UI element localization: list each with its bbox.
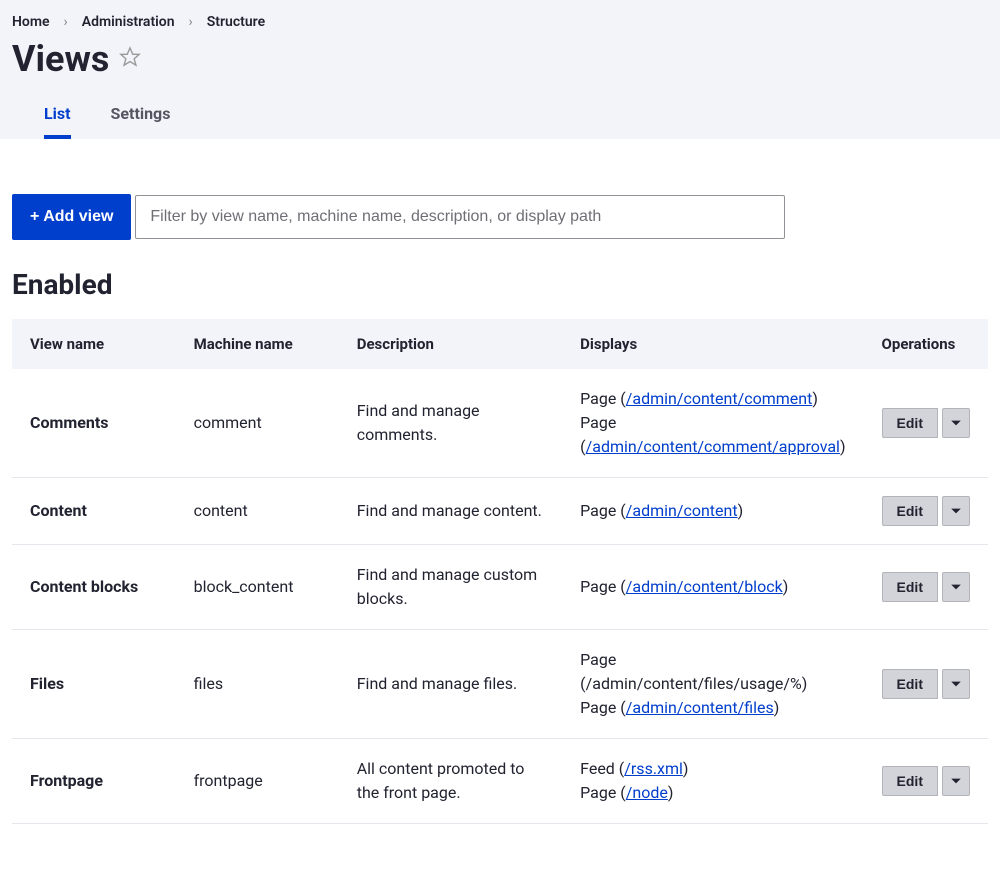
display-entry: Page (/admin/content) <box>580 499 845 523</box>
chevron-down-icon <box>950 417 962 429</box>
dropbutton: Edit <box>882 669 970 699</box>
dropbutton-toggle[interactable] <box>942 572 970 602</box>
tab-list[interactable]: List <box>44 94 71 139</box>
displays-cell: Page (/admin/content/comment)Page (/admi… <box>562 369 863 478</box>
dropbutton-toggle[interactable] <box>942 408 970 438</box>
chevron-down-icon <box>950 775 962 787</box>
display-link[interactable]: /node <box>626 783 668 802</box>
star-icon[interactable] <box>119 46 141 72</box>
edit-button[interactable]: Edit <box>882 408 938 438</box>
view-name-cell: Content blocks <box>12 545 176 630</box>
operations-cell: Edit <box>864 545 988 630</box>
display-link[interactable]: /admin/content/comment <box>626 389 813 408</box>
table-row: CommentscommentFind and manage comments.… <box>12 369 988 478</box>
breadcrumb-structure[interactable]: Structure <box>207 14 265 30</box>
display-entry: Page (/node) <box>580 781 845 805</box>
displays-cell: Page (/admin/content/block) <box>562 545 863 630</box>
display-link[interactable]: /admin/content/block <box>626 577 783 596</box>
displays-cell: Page (/admin/content) <box>562 478 863 545</box>
machine-name-cell: content <box>176 478 339 545</box>
display-link[interactable]: /rss.xml <box>624 759 683 778</box>
view-name-cell: Frontpage <box>12 739 176 824</box>
edit-button[interactable]: Edit <box>882 669 938 699</box>
edit-button[interactable]: Edit <box>882 496 938 526</box>
machine-name-cell: files <box>176 630 339 739</box>
dropbutton-toggle[interactable] <box>942 496 970 526</box>
displays-cell: Feed (/rss.xml)Page (/node) <box>562 739 863 824</box>
chevron-down-icon <box>950 581 962 593</box>
display-entry: Feed (/rss.xml) <box>580 757 845 781</box>
col-header-operations: Operations <box>864 319 988 369</box>
col-header-machine-name: Machine name <box>176 319 339 369</box>
view-name-cell: Content <box>12 478 176 545</box>
edit-button[interactable]: Edit <box>882 766 938 796</box>
dropbutton-toggle[interactable] <box>942 669 970 699</box>
operations-cell: Edit <box>864 478 988 545</box>
view-name-cell: Files <box>12 630 176 739</box>
display-entry: Page (/admin/content/files/usage/%) <box>580 648 845 696</box>
col-header-view-name: View name <box>12 319 176 369</box>
description-cell: Find and manage files. <box>339 630 562 739</box>
display-entry: Page (/admin/content/comment/approval) <box>580 411 845 459</box>
chevron-down-icon <box>950 505 962 517</box>
page-title: Views <box>12 38 109 80</box>
dropbutton-toggle[interactable] <box>942 766 970 796</box>
operations-cell: Edit <box>864 369 988 478</box>
display-entry: Page (/admin/content/comment) <box>580 387 845 411</box>
displays-cell: Page (/admin/content/files/usage/%)Page … <box>562 630 863 739</box>
machine-name-cell: frontpage <box>176 739 339 824</box>
view-name-cell: Comments <box>12 369 176 478</box>
dropbutton: Edit <box>882 572 970 602</box>
col-header-description: Description <box>339 319 562 369</box>
section-title-enabled: Enabled <box>12 268 988 301</box>
table-row: FilesfilesFind and manage files.Page (/a… <box>12 630 988 739</box>
dropbutton: Edit <box>882 408 970 438</box>
display-entry: Page (/admin/content/block) <box>580 575 845 599</box>
description-cell: All content promoted to the front page. <box>339 739 562 824</box>
chevron-down-icon <box>950 678 962 690</box>
operations-cell: Edit <box>864 739 988 824</box>
machine-name-cell: block_content <box>176 545 339 630</box>
chevron-right-icon: › <box>189 14 193 30</box>
breadcrumb-administration[interactable]: Administration <box>82 14 175 30</box>
filter-input[interactable] <box>135 195 785 239</box>
dropbutton: Edit <box>882 766 970 796</box>
breadcrumb: Home › Administration › Structure <box>12 14 988 30</box>
views-table: View name Machine name Description Displ… <box>12 319 988 824</box>
display-link[interactable]: /admin/content/comment/approval <box>586 437 840 456</box>
tab-settings[interactable]: Settings <box>111 94 171 139</box>
add-view-button[interactable]: + Add view <box>12 194 131 240</box>
operations-cell: Edit <box>864 630 988 739</box>
display-link[interactable]: /admin/content/files <box>626 698 774 717</box>
display-link[interactable]: /admin/content <box>626 501 738 520</box>
display-entry: Page (/admin/content/files) <box>580 696 845 720</box>
dropbutton: Edit <box>882 496 970 526</box>
edit-button[interactable]: Edit <box>882 572 938 602</box>
breadcrumb-home[interactable]: Home <box>12 14 50 30</box>
table-row: ContentcontentFind and manage content. Pa… <box>12 478 988 545</box>
description-cell: Find and manage custom blocks. <box>339 545 562 630</box>
table-row: Content blocksblock_contentFind and mana… <box>12 545 988 630</box>
chevron-right-icon: › <box>64 14 68 30</box>
tabs: List Settings <box>12 94 988 139</box>
machine-name-cell: comment <box>176 369 339 478</box>
table-row: FrontpagefrontpageAll content promoted t… <box>12 739 988 824</box>
description-cell: Find and manage content. <box>339 478 562 545</box>
col-header-displays: Displays <box>562 319 863 369</box>
description-cell: Find and manage comments. <box>339 369 562 478</box>
